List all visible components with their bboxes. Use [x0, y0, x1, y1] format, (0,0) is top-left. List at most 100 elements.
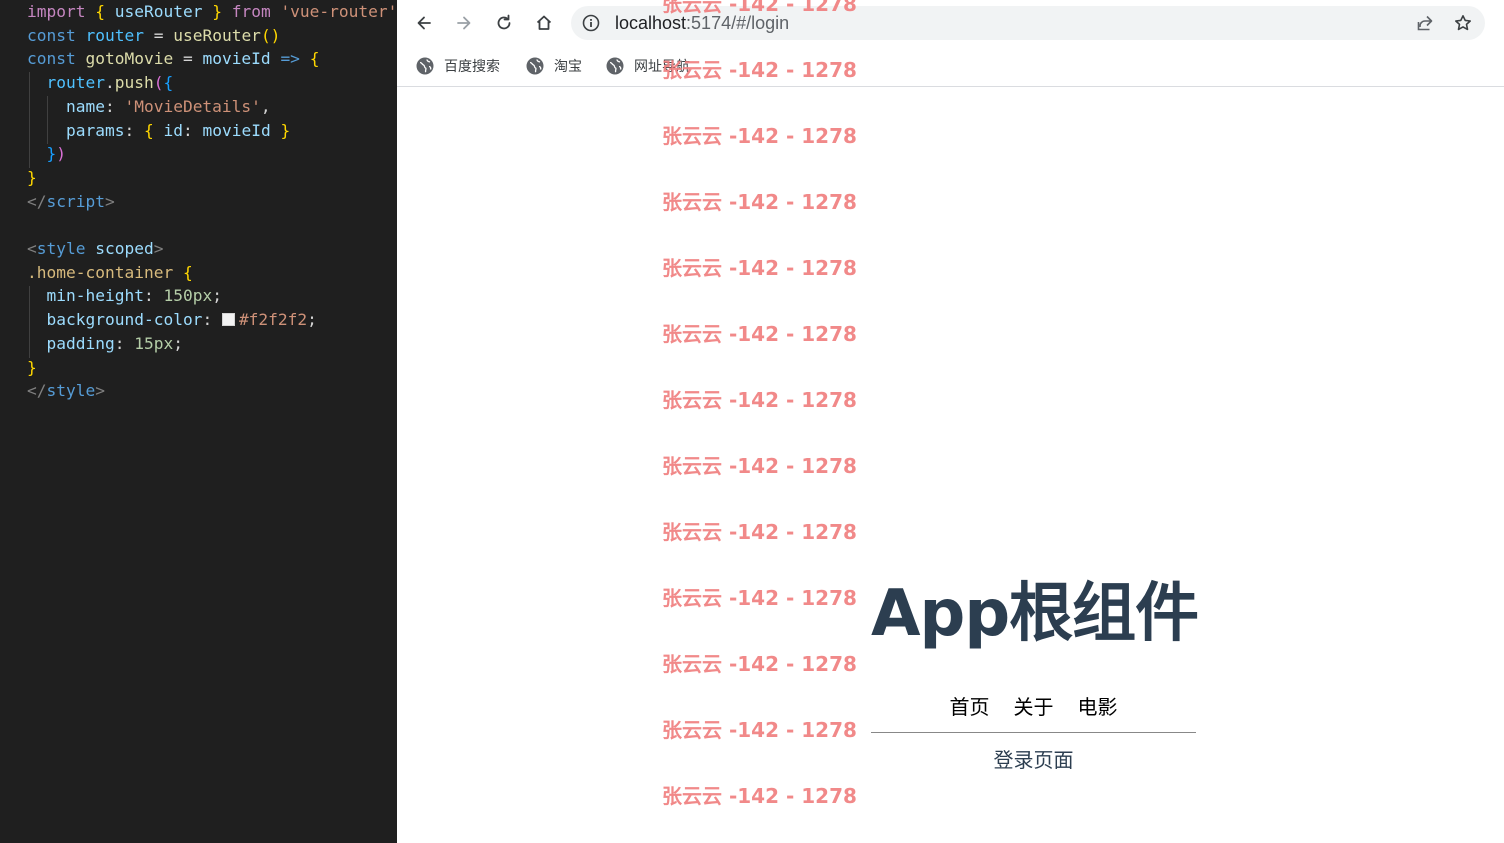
code-token: </ — [27, 381, 47, 401]
code-token: movieId — [202, 120, 271, 140]
code-token: : — [143, 286, 164, 306]
watermark-text: 张云云 -142 - 1278 — [662, 388, 857, 412]
code-token: => — [280, 49, 300, 69]
nav-link-home[interactable]: 首页 — [938, 693, 1002, 723]
code-token: </ — [27, 191, 47, 211]
code-token: : — [202, 310, 222, 330]
arrow-left-icon — [417, 16, 431, 30]
code-token: id — [163, 120, 183, 140]
code-token: 15px — [134, 333, 174, 353]
code-token: params — [65, 120, 125, 140]
home-button[interactable] — [528, 7, 560, 39]
color-swatch[interactable] — [221, 313, 235, 327]
bookmark-baidu[interactable]: 百度搜索 — [416, 55, 500, 77]
code-line: }) — [27, 142, 67, 166]
globe-icon — [526, 57, 544, 75]
code-token: #f2f2f2 — [238, 310, 308, 330]
code-line: params: { id: movieId } — [27, 119, 290, 143]
code-token: ; — [212, 286, 222, 306]
code-token: = — [143, 25, 174, 45]
code-token: } — [46, 144, 57, 164]
code-token: > — [104, 191, 115, 211]
code-token: : — [182, 120, 203, 140]
code-line: <style scoped> — [27, 237, 163, 261]
site-info-icon[interactable] — [581, 13, 601, 33]
bookmark-label: 淘宝 — [554, 59, 582, 75]
browser-toolbar: localhost:5174/#/login — [397, 0, 1504, 46]
watermark-text: 张云云 -142 - 1278 — [662, 454, 857, 478]
code-token: , — [260, 96, 271, 116]
code-line: </script> — [27, 190, 115, 214]
code-token: const — [27, 25, 76, 45]
code-token: .home-container — [27, 262, 174, 282]
code-token: { — [182, 262, 193, 282]
code-token: { — [163, 73, 174, 93]
watermark-text: 张云云 -142 - 1278 — [662, 586, 857, 610]
address-bar[interactable]: localhost:5174/#/login — [571, 6, 1485, 40]
code-line: router.push({ — [27, 71, 174, 95]
code-token: ( — [153, 73, 164, 93]
app-nav: 首页 关于 电影 — [871, 693, 1196, 723]
code-token: 150px — [163, 286, 213, 306]
forward-button[interactable] — [448, 7, 480, 39]
url-host: localhost — [615, 13, 687, 33]
code-token: } — [27, 357, 37, 377]
bookmark-taobao[interactable]: 淘宝 — [526, 55, 582, 77]
back-button[interactable] — [408, 7, 440, 39]
code-editor[interactable]: import { useRouter } from 'vue-router' co… — [0, 0, 397, 843]
code-line: background-color: #f2f2f2; — [27, 308, 317, 332]
code-token: = — [173, 49, 203, 69]
watermark-text: 张云云 -142 - 1278 — [662, 652, 857, 676]
url-text[interactable]: localhost:5174/#/login — [615, 6, 789, 40]
code-token: router — [46, 73, 105, 93]
code-line: padding: 15px; — [27, 332, 183, 356]
reload-button[interactable] — [488, 7, 520, 39]
code-token: background-color — [46, 310, 203, 330]
arrow-right-icon — [457, 16, 471, 30]
code-token: const — [27, 49, 76, 69]
nav-link-movie[interactable]: 电影 — [1066, 693, 1130, 723]
code-token: ; — [307, 310, 317, 330]
globe-icon — [606, 57, 624, 75]
code-token: : — [124, 120, 144, 140]
code-token: () — [260, 25, 281, 45]
code-token: } — [27, 167, 37, 187]
code-token: { — [143, 120, 154, 140]
watermark-text: 张云云 -142 - 1278 — [662, 256, 857, 280]
bookmark-label: 网址导航 — [634, 59, 690, 75]
code-token: : — [114, 333, 135, 353]
code-token: { — [95, 2, 105, 21]
watermark-text: 张云云 -142 - 1278 — [662, 718, 857, 742]
code-token: > — [153, 239, 164, 258]
login-page-text: 登录页面 — [993, 748, 1074, 772]
watermark-text: 张云云 -142 - 1278 — [662, 124, 857, 148]
page-title: App根组件 — [871, 577, 1199, 651]
nav-link-about[interactable]: 关于 — [1002, 693, 1066, 723]
code-token: from — [231, 2, 271, 21]
code-token: ) — [56, 144, 66, 164]
code-token: name — [65, 96, 105, 116]
code-token: 'MovieDetails' — [124, 96, 261, 116]
code-token: . — [104, 73, 115, 93]
share-icon[interactable] — [1415, 13, 1435, 33]
bookmark-star-icon[interactable] — [1453, 13, 1473, 33]
code-token: router — [85, 25, 144, 45]
code-token: min-height — [46, 286, 144, 306]
code-line: import { useRouter } from 'vue-router' — [27, 0, 397, 24]
code-token: style — [36, 239, 86, 258]
bookmark-hao123[interactable]: 网址导航 — [606, 55, 690, 77]
code-token: ; — [173, 333, 183, 353]
code-token: { — [309, 49, 320, 69]
watermark-text: 张云云 -142 - 1278 — [662, 322, 857, 346]
code-token: style — [46, 381, 96, 401]
